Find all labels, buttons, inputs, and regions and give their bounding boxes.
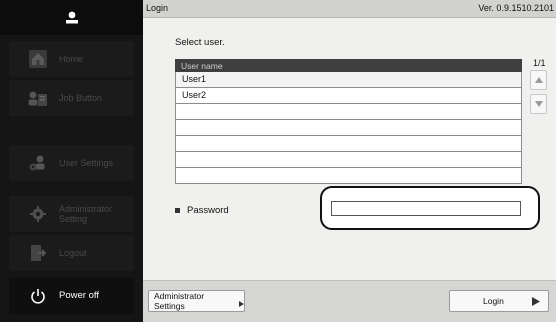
page-indicator: 1/1 (533, 58, 546, 68)
select-user-prompt: Select user. (175, 37, 225, 48)
password-input[interactable] (331, 201, 521, 216)
triangle-right-icon (532, 296, 540, 306)
list-item[interactable]: User1 (175, 72, 522, 88)
user-list-header: User name (175, 59, 522, 72)
login-button-label: Login (483, 296, 504, 306)
job-button-icon (27, 87, 49, 109)
power-off-button[interactable]: Power off (9, 278, 134, 314)
administrator-settings-button[interactable]: Administrator Settings (148, 290, 245, 312)
sidebar-item-label: User Settings (59, 158, 114, 168)
gear-icon (27, 203, 49, 225)
sidebar-item-label: Home (59, 54, 84, 64)
sidebar: Home Job Button User Settings Administra… (0, 0, 143, 322)
logout-icon (27, 242, 49, 264)
main-panel: Login Ver. 0.9.1510.2101 Select user. Us… (143, 0, 556, 322)
administrator-settings-label: Administrator Settings (154, 291, 205, 311)
sidebar-item-logout[interactable]: Logout (9, 235, 134, 271)
list-item[interactable] (175, 120, 522, 136)
password-label: Password (175, 205, 229, 216)
sidebar-item-label: Job Button (59, 93, 103, 103)
list-item[interactable] (175, 136, 522, 152)
power-icon (27, 285, 49, 307)
sidebar-item-user-settings[interactable]: User Settings (9, 145, 134, 181)
version-label: Ver. 0.9.1510.2101 (478, 3, 554, 13)
list-item[interactable] (175, 168, 522, 184)
triangle-right-small-icon (239, 300, 244, 307)
sidebar-item-label: Logout (59, 248, 87, 258)
user-status-area (0, 0, 143, 35)
footer-bar: Administrator Settings Login (143, 280, 556, 322)
sidebar-item-job-button[interactable]: Job Button (9, 80, 134, 116)
login-button[interactable]: Login (449, 290, 549, 312)
triangle-down-icon (534, 101, 543, 107)
scroll-up-button[interactable] (530, 70, 547, 90)
sidebar-item-administrator-setting[interactable]: Administrator Setting (9, 196, 134, 232)
sidebar-item-label: Power off (59, 290, 99, 301)
user-settings-icon (27, 152, 49, 174)
sidebar-item-label: Administrator Setting (59, 204, 113, 224)
home-icon (27, 48, 49, 70)
title-bar: Login Ver. 0.9.1510.2101 (143, 0, 556, 18)
scroll-down-button[interactable] (530, 94, 547, 114)
sidebar-item-home[interactable]: Home (9, 41, 134, 77)
triangle-up-icon (534, 77, 543, 83)
list-item[interactable] (175, 104, 522, 120)
list-item[interactable] (175, 152, 522, 168)
password-label-text: Password (187, 205, 229, 216)
user-list: User name User1 User2 (175, 59, 522, 184)
person-icon (65, 11, 78, 23)
page-title: Login (146, 3, 169, 13)
password-field-highlight (320, 186, 540, 230)
list-item[interactable]: User2 (175, 88, 522, 104)
bullet-square-icon (175, 208, 180, 213)
